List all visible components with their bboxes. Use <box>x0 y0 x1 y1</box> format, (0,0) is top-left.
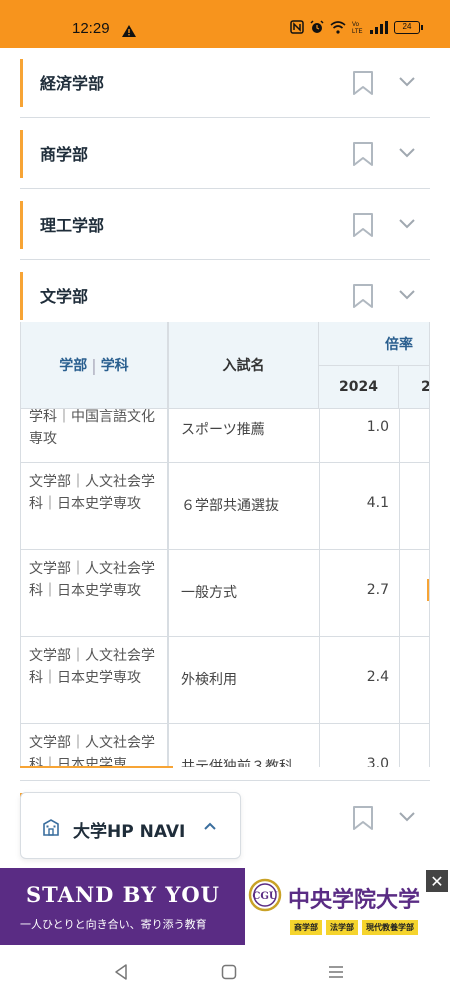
bookmark-icon[interactable] <box>352 805 374 831</box>
section-title: 経済学部 <box>40 74 105 93</box>
header-ratio: 倍率 <box>319 322 429 366</box>
cell-department: 文学部｜人文社会学科｜日本史学専 <box>29 735 155 767</box>
ad-title: STAND BY YOU <box>26 882 220 907</box>
header-separator: | <box>91 355 97 375</box>
cell-exam: 共テ併独前３教科 <box>181 759 293 767</box>
table-row: 文学部｜人文社会学科｜日本史学専 共テ併独前３教科 3.0 <box>21 724 429 767</box>
chevron-up-icon <box>204 822 216 830</box>
section-accent-bar <box>20 130 23 178</box>
ad-tag: 法学部 <box>326 920 358 935</box>
cell-exam: 外検利用 <box>181 672 237 688</box>
bookmark-icon[interactable] <box>352 212 374 238</box>
table-row: 文学部｜人文社会学科｜日本史学専攻 ６学部共通選抜 4.1 <box>21 463 429 550</box>
section-keizai[interactable]: 経済学部 <box>20 48 430 118</box>
header-year-label: 2024 <box>339 379 378 395</box>
recents-icon[interactable] <box>328 964 344 980</box>
column-divider <box>319 409 320 767</box>
status-time: 12:29 <box>72 20 110 37</box>
horizontal-scroll-indicator[interactable] <box>427 579 429 601</box>
column-divider <box>399 409 400 767</box>
status-bar: 12:29 Vo LTE 24 <box>0 0 450 48</box>
cell-exam: スポーツ推薦 <box>181 422 265 438</box>
cell-rate: 3.0 <box>366 756 389 767</box>
ratio-table[interactable]: 学部 | 学科 入試名 倍率 2024 2 学科｜中国言語文化専攻 スポーツ推薦… <box>20 322 430 767</box>
chevron-down-icon[interactable] <box>398 811 416 823</box>
cell-department: 文学部｜人文社会学科｜日本史学専攻 <box>29 474 155 512</box>
university-logo-icon: CGU <box>248 878 282 912</box>
nfc-icon <box>290 20 304 34</box>
section-title: 文学部 <box>40 287 89 306</box>
table-scrollbar[interactable] <box>20 766 173 768</box>
chevron-down-icon[interactable] <box>398 76 416 88</box>
header-exam: 入試名 <box>169 322 319 409</box>
hp-navi-label: 大学HP NAVI <box>73 822 186 842</box>
volte-icon: Vo LTE <box>352 20 364 34</box>
ad-banner[interactable]: STAND BY YOU 一人ひとりと向き合い、寄り添う教育 CGU 中央学院大… <box>0 868 450 945</box>
ad-university-name: 中央学院大学 <box>288 887 421 913</box>
battery-icon: 24 <box>394 20 423 34</box>
home-icon[interactable] <box>221 964 237 980</box>
cell-department: 文学部｜人文社会学科｜日本史学専攻 <box>29 648 155 686</box>
section-accent-bar <box>20 201 23 249</box>
svg-text:LTE: LTE <box>352 29 363 34</box>
header-faculty: 学部 <box>59 358 88 374</box>
logo-text: CGU <box>252 891 277 902</box>
cell-department: 学科｜中国言語文化専攻 <box>29 409 155 447</box>
alarm-icon <box>310 20 324 34</box>
bookmark-icon[interactable] <box>352 70 374 96</box>
header-year-2024: 2024 <box>319 366 399 409</box>
section-accent-bar <box>20 272 23 320</box>
table-row: 文学部｜人文社会学科｜日本史学専攻 一般方式 2.7 <box>21 550 429 637</box>
section-bungaku[interactable]: 文学部 <box>20 261 430 331</box>
cell-rate: 2.4 <box>366 669 389 685</box>
section-shogaku[interactable]: 商学部 <box>20 119 430 189</box>
ad-left-panel: STAND BY YOU 一人ひとりと向き合い、寄り添う教育 <box>0 868 245 945</box>
warning-icon <box>122 22 136 41</box>
wifi-icon <box>330 20 346 34</box>
section-title: 理工学部 <box>40 216 105 235</box>
section-title: 商学部 <box>40 145 89 164</box>
chevron-down-icon[interactable] <box>398 147 416 159</box>
building-icon <box>43 819 59 836</box>
header-dept: 学部 | 学科 <box>21 322 169 409</box>
section-accent-bar <box>20 59 23 107</box>
svg-text:Vo: Vo <box>352 22 360 28</box>
back-icon[interactable] <box>113 963 129 981</box>
cell-exam: 一般方式 <box>181 585 237 601</box>
table-row: 文学部｜人文社会学科｜日本史学専攻 外検利用 2.4 <box>21 637 429 724</box>
header-year-next: 2 <box>399 366 430 409</box>
column-divider <box>167 409 169 767</box>
bookmark-icon[interactable] <box>352 283 374 309</box>
header-exam-label: 入試名 <box>222 358 265 374</box>
chevron-down-icon[interactable] <box>398 289 416 301</box>
chevron-down-icon[interactable] <box>398 218 416 230</box>
bookmark-icon[interactable] <box>352 141 374 167</box>
ad-tag: 現代教養学部 <box>362 920 418 935</box>
cell-rate: 2.7 <box>366 582 389 598</box>
section-riko[interactable]: 理工学部 <box>20 190 430 260</box>
ad-tag: 商学部 <box>290 920 322 935</box>
header-ratio-label: 倍率 <box>385 337 413 353</box>
cell-rate: 4.1 <box>366 495 389 511</box>
header-department: 学科 <box>100 358 129 374</box>
system-nav-bar <box>0 945 450 999</box>
cell-department: 文学部｜人文社会学科｜日本史学専攻 <box>29 561 155 599</box>
signal-icon <box>370 20 388 34</box>
table-body[interactable]: 学科｜中国言語文化専攻 スポーツ推薦 1.0 文学部｜人文社会学科｜日本史学専攻… <box>21 409 429 767</box>
table-row: 学科｜中国言語文化専攻 スポーツ推薦 1.0 <box>21 409 429 463</box>
cell-rate: 1.0 <box>366 419 389 435</box>
ad-tags: 商学部 法学部 現代教養学部 <box>290 920 418 935</box>
close-icon[interactable]: ✕ <box>426 870 448 892</box>
cell-exam: ６学部共通選抜 <box>181 498 279 514</box>
header-year-label: 2 <box>421 379 430 395</box>
ad-subtitle: 一人ひとりと向き合い、寄り添う教育 <box>20 918 207 931</box>
hp-navi-button[interactable]: 大学HP NAVI <box>20 792 241 859</box>
